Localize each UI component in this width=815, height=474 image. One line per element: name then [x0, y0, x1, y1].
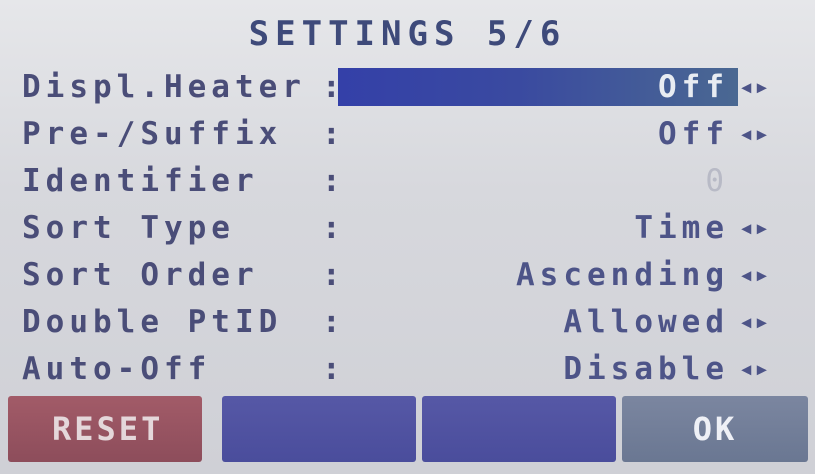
setting-row-double-ptid[interactable]: Double PtID : Allowed ◂▸: [0, 299, 815, 345]
label-separator: :: [322, 210, 341, 246]
setting-label: Sort Type: [22, 210, 235, 246]
left-right-arrows-icon: [737, 158, 771, 204]
setting-label: Sort Order: [22, 257, 259, 293]
left-right-arrows-icon[interactable]: ◂▸: [737, 299, 771, 345]
setting-label: Double PtID: [22, 304, 283, 340]
setting-value[interactable]: Allowed: [563, 299, 729, 345]
setting-value[interactable]: Ascending: [516, 252, 729, 298]
setting-row-sort-type[interactable]: Sort Type : Time ◂▸: [0, 205, 815, 251]
label-separator: :: [322, 116, 341, 152]
label-separator: :: [322, 304, 341, 340]
softkey-f3-button[interactable]: [422, 396, 616, 462]
setting-value[interactable]: 0: [705, 158, 729, 204]
softkey-bar: RESET OK: [8, 396, 808, 464]
label-separator: :: [322, 163, 341, 199]
setting-label: Pre-/Suffix: [22, 116, 283, 152]
label-separator: :: [322, 69, 341, 105]
setting-row-auto-off[interactable]: Auto-Off : Disable ◂▸: [0, 346, 815, 392]
softkey-f2-button[interactable]: [222, 396, 416, 462]
left-right-arrows-icon[interactable]: ◂▸: [737, 64, 771, 110]
left-right-arrows-icon[interactable]: ◂▸: [737, 346, 771, 392]
left-right-arrows-icon[interactable]: ◂▸: [737, 111, 771, 157]
left-right-arrows-icon[interactable]: ◂▸: [737, 205, 771, 251]
setting-value[interactable]: Time: [634, 205, 729, 251]
setting-row-sort-order[interactable]: Sort Order : Ascending ◂▸: [0, 252, 815, 298]
setting-label: Auto-Off: [22, 351, 212, 387]
setting-label: Identifier: [22, 163, 259, 199]
setting-label: Displ.Heater: [22, 69, 306, 105]
setting-value[interactable]: Off: [658, 64, 729, 110]
setting-value[interactable]: Disable: [563, 346, 729, 392]
setting-row-identifier[interactable]: Identifier : 0: [0, 158, 815, 204]
ok-button[interactable]: OK: [622, 396, 808, 462]
setting-row-displ-heater[interactable]: Displ.Heater : Off ◂▸: [0, 64, 815, 110]
left-right-arrows-icon[interactable]: ◂▸: [737, 252, 771, 298]
setting-row-pre-suffix[interactable]: Pre-/Suffix : Off ◂▸: [0, 111, 815, 157]
label-separator: :: [322, 257, 341, 293]
setting-value[interactable]: Off: [658, 111, 729, 157]
page-title: SETTINGS 5/6: [248, 14, 567, 54]
reset-button[interactable]: RESET: [8, 396, 202, 462]
instrument-screen: SETTINGS 5/6 Displ.Heater : Off ◂▸ Pre-/…: [0, 0, 815, 474]
label-separator: :: [322, 351, 341, 387]
